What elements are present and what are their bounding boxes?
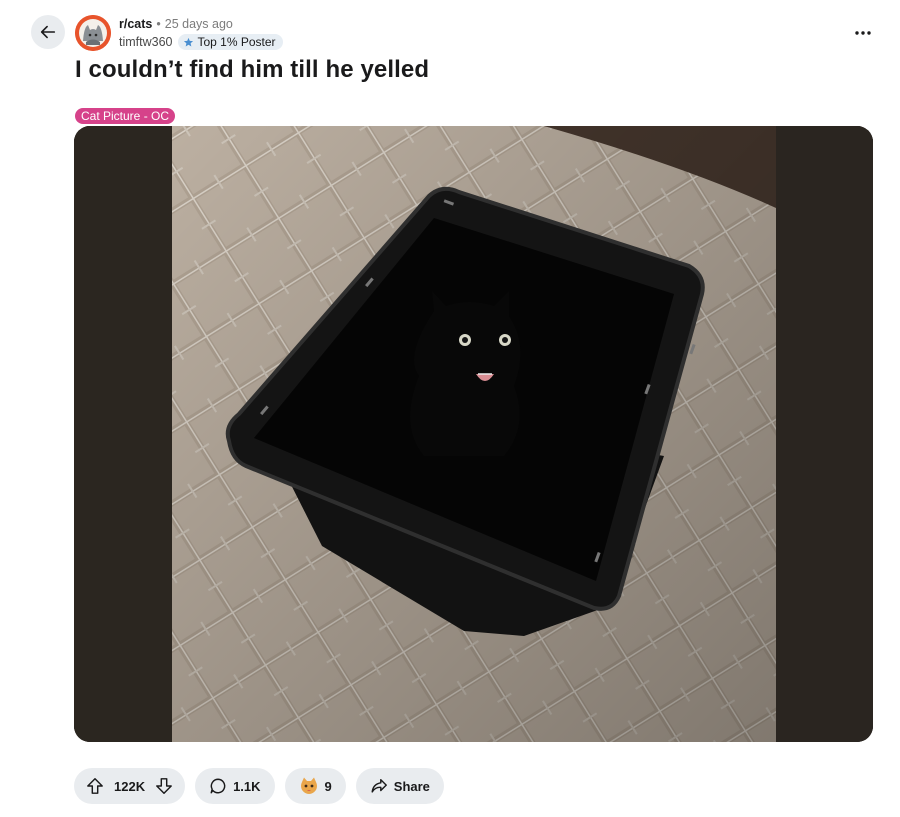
subreddit-avatar[interactable] (75, 15, 111, 51)
author-link[interactable]: timftw360 (119, 35, 173, 49)
post-actions: 122K 1.1K 9 Share (74, 768, 444, 804)
post-meta: r/cats • 25 days ago (119, 17, 233, 31)
arrow-left-icon (40, 25, 56, 39)
arrow-up-icon (87, 778, 103, 794)
share-arrow-icon (371, 778, 387, 793)
upvote-button[interactable] (82, 773, 108, 799)
meta-separator: • (156, 17, 161, 31)
share-label: Share (393, 778, 430, 794)
award-count: 9 (324, 778, 332, 794)
post-title: I couldn’t find him till he yelled (75, 56, 430, 83)
top-poster-icon (183, 37, 193, 47)
subreddit-link[interactable]: r/cats (119, 17, 152, 31)
more-horizontal-icon (855, 31, 871, 35)
speech-bubble-icon (210, 778, 226, 794)
author-badge-label: Top 1% Poster (197, 35, 276, 49)
more-options-button[interactable] (848, 18, 878, 48)
vote-control: 122K (74, 768, 186, 804)
downvote-button[interactable] (151, 773, 177, 799)
post-image[interactable] (74, 126, 873, 742)
back-button[interactable] (31, 15, 65, 49)
cat-award-icon (300, 777, 317, 794)
comments-button[interactable]: 1.1K (195, 768, 275, 804)
comment-count: 1.1K (233, 778, 261, 794)
author-line: timftw360 Top 1% Poster (119, 34, 283, 50)
share-button[interactable]: Share (355, 768, 444, 804)
award-button[interactable]: 9 (284, 768, 346, 804)
arrow-down-icon (156, 778, 172, 794)
author-badge: Top 1% Poster (177, 34, 283, 50)
vote-count: 122K (114, 778, 146, 794)
post-flair[interactable]: Cat Picture - OC (75, 108, 176, 124)
post-age: 25 days ago (164, 17, 233, 31)
